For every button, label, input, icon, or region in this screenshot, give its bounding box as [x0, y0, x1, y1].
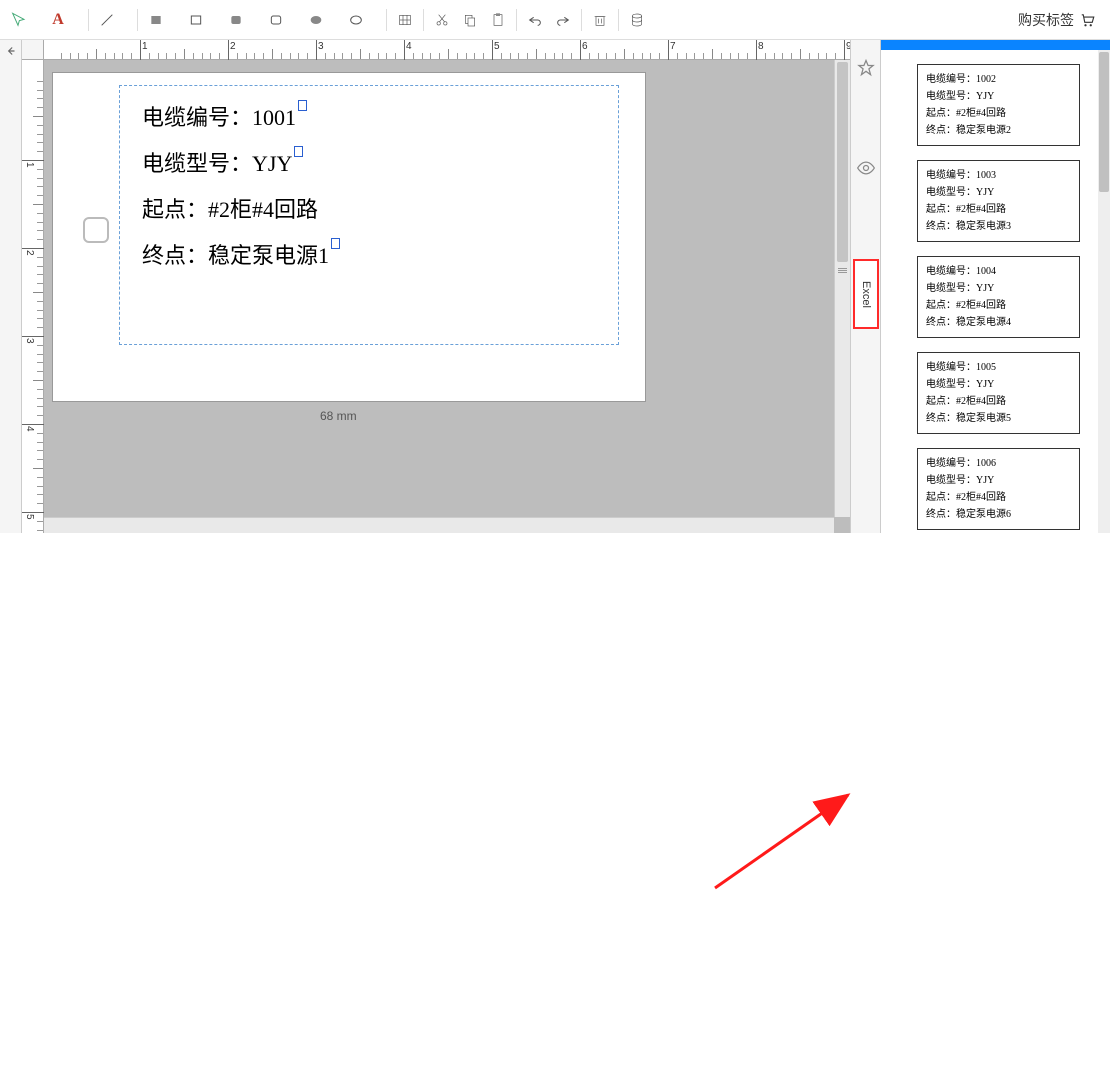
roundrect-fill-tool[interactable]	[224, 8, 248, 32]
field-marker-icon	[331, 238, 340, 249]
table-tool[interactable]	[393, 8, 417, 32]
preview-card[interactable]: 电缆编号：1003电缆型号：YJY起点：#2柜#4回路终点：稳定泵电源3	[917, 160, 1080, 242]
canvas-area[interactable]: 123456789 12345 电缆编号：1001 电缆型号：YJY 起点：#2…	[22, 40, 850, 533]
preview-card[interactable]: 电缆编号：1005电缆型号：YJY起点：#2柜#4回路终点：稳定泵电源5	[917, 352, 1080, 434]
pointer-tool[interactable]	[6, 8, 30, 32]
side-tabs: Excel	[850, 40, 880, 533]
line-cable-type[interactable]: 电缆型号：YJY	[142, 146, 596, 178]
left-strip	[0, 40, 22, 533]
field-marker-icon	[294, 146, 303, 157]
copy-tool[interactable]	[458, 8, 482, 32]
paste-tool[interactable]	[486, 8, 510, 32]
text-tool[interactable]: A	[46, 8, 70, 32]
excel-tab[interactable]: Excel	[853, 259, 879, 329]
delete-tool[interactable]	[588, 8, 612, 32]
cut-tool[interactable]	[430, 8, 454, 32]
field-marker-icon	[298, 100, 307, 111]
preview-card[interactable]: 电缆编号：1004电缆型号：YJY起点：#2柜#4回路终点：稳定泵电源4	[917, 256, 1080, 338]
preview-card[interactable]: 电缆编号：1002电缆型号：YJY起点：#2柜#4回路终点：稳定泵电源2	[917, 64, 1080, 146]
line-end[interactable]: 终点：稳定泵电源1	[142, 238, 596, 270]
scroll-thumb[interactable]	[1099, 52, 1109, 192]
redo-tool[interactable]	[551, 8, 575, 32]
preview-list[interactable]: 电缆编号：1002电缆型号：YJY起点：#2柜#4回路终点：稳定泵电源2 电缆编号…	[881, 50, 1098, 533]
preview-header	[881, 40, 1110, 50]
scroll-thumb[interactable]	[837, 62, 848, 262]
ruler-corner	[22, 40, 44, 60]
excel-tab-label: Excel	[860, 281, 872, 308]
label-page[interactable]: 电缆编号：1001 电缆型号：YJY 起点：#2柜#4回路 终点：稳定泵电源1	[52, 72, 646, 402]
vertical-scrollbar[interactable]	[834, 60, 850, 517]
buy-label-link[interactable]: 购买标签	[1018, 10, 1104, 30]
record-checkbox[interactable]	[83, 217, 109, 243]
ellipse-fill-tool[interactable]	[304, 8, 328, 32]
rect-fill-tool[interactable]	[144, 8, 168, 32]
roundrect-outline-tool[interactable]	[264, 8, 288, 32]
star-tab-icon[interactable]	[856, 58, 876, 78]
ruler-horizontal: 123456789	[44, 40, 850, 60]
rect-outline-tool[interactable]	[184, 8, 208, 32]
annotation-arrow	[0, 533, 1110, 1066]
preview-card[interactable]: 电缆编号：1006电缆型号：YJY起点：#2柜#4回路终点：稳定泵电源6	[917, 448, 1080, 530]
ellipse-outline-tool[interactable]	[344, 8, 368, 32]
line-tool[interactable]	[95, 8, 119, 32]
database-tool[interactable]	[625, 8, 649, 32]
line-cable-no[interactable]: 电缆编号：1001	[142, 100, 596, 132]
return-icon[interactable]	[4, 44, 18, 58]
label-outline[interactable]: 电缆编号：1001 电缆型号：YJY 起点：#2柜#4回路 终点：稳定泵电源1	[119, 85, 619, 345]
cart-icon	[1078, 11, 1096, 29]
buy-label-text: 购买标签	[1018, 10, 1074, 30]
main-area: 123456789 12345 电缆编号：1001 电缆型号：YJY 起点：#2…	[0, 40, 1110, 533]
horizontal-scrollbar[interactable]	[44, 517, 834, 533]
eye-tab-icon[interactable]	[856, 158, 876, 178]
ruler-vertical: 12345	[22, 60, 44, 533]
preview-panel: 电缆编号：1002电缆型号：YJY起点：#2柜#4回路终点：稳定泵电源2 电缆编号…	[880, 40, 1110, 533]
preview-scrollbar[interactable]	[1098, 50, 1110, 533]
line-start[interactable]: 起点：#2柜#4回路	[142, 192, 596, 224]
size-label: 68 mm	[320, 409, 357, 423]
toolbar: A 购买标签	[0, 0, 1110, 40]
canvas-inner: 电缆编号：1001 电缆型号：YJY 起点：#2柜#4回路 终点：稳定泵电源1 …	[44, 60, 850, 533]
undo-tool[interactable]	[523, 8, 547, 32]
